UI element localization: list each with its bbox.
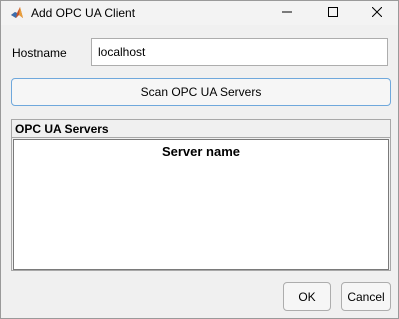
panel-divider	[12, 137, 390, 138]
scan-servers-button[interactable]: Scan OPC UA Servers	[11, 78, 391, 106]
cancel-button[interactable]: Cancel	[341, 282, 391, 311]
minimize-icon	[282, 6, 292, 20]
opc-ua-servers-panel: OPC UA Servers Server name	[11, 119, 391, 271]
servers-table[interactable]: Server name	[13, 139, 389, 270]
hostname-input[interactable]	[91, 38, 388, 66]
close-icon	[371, 6, 383, 20]
maximize-icon	[328, 6, 338, 20]
column-header-server-name[interactable]: Server name	[14, 144, 388, 159]
matlab-app-icon	[10, 6, 24, 20]
title-bar[interactable]: Add OPC UA Client	[1, 1, 398, 25]
close-button[interactable]	[354, 1, 399, 25]
window-title: Add OPC UA Client	[31, 6, 136, 20]
hostname-label: Hostname	[12, 46, 67, 60]
panel-title: OPC UA Servers	[15, 122, 109, 136]
dialog-window: Add OPC UA Client Hostname Scan OPC UA S…	[0, 0, 399, 319]
minimize-button[interactable]	[264, 1, 310, 25]
maximize-button[interactable]	[310, 1, 356, 25]
ok-button[interactable]: OK	[283, 282, 331, 311]
